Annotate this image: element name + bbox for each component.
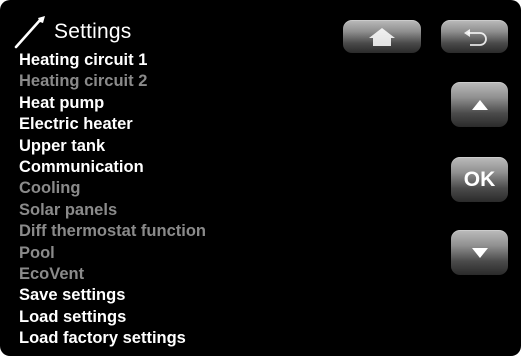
menu-item: Heating circuit 2 [19,72,148,91]
settings-screen: Settings Heating circuit 1 Heating circui… [0,0,521,356]
menu-item[interactable]: Heat pump [19,93,206,114]
menu-item: Solar panels [19,200,118,219]
up-arrow-icon [471,99,488,110]
menu-item[interactable]: Heating circuit 1 [19,50,206,71]
settings-menu: Heating circuit 1 Heating circuit 2 Heat p… [19,50,206,349]
menu-item: Pool [19,243,55,262]
ok-button[interactable]: OK [451,157,508,202]
page-title: Settings [54,20,132,43]
menu-item: Diff thermostat function [19,222,206,241]
menu-item: Cooling [19,179,81,198]
menu-item[interactable]: Save settings [19,285,206,306]
down-arrow-icon [471,247,488,258]
scroll-down-button[interactable] [451,230,508,275]
back-button[interactable] [441,20,508,53]
header: Settings [12,14,131,50]
menu-item[interactable]: Upper tank [19,136,206,157]
home-button[interactable] [343,20,421,53]
home-icon [369,27,395,46]
scroll-up-button[interactable] [451,82,508,127]
menu-item: EcoVent [19,264,85,283]
menu-item[interactable]: Load settings [19,307,206,328]
menu-item[interactable]: Load factory settings [19,328,206,349]
menu-item[interactable]: Communication [19,157,206,178]
wrench-icon [14,16,45,49]
menu-item[interactable]: Electric heater [19,114,206,135]
ok-label: OK [463,167,496,191]
back-arrow-icon [463,28,487,46]
